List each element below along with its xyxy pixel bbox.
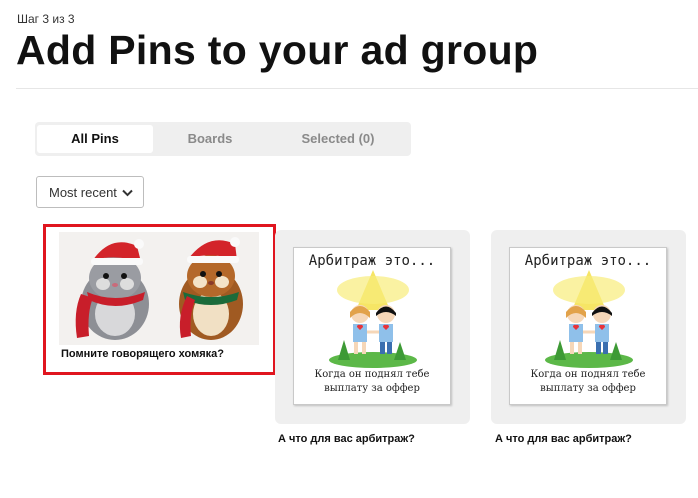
header-divider bbox=[16, 88, 698, 89]
pin-caption: Помните говорящего хомяка? bbox=[61, 348, 224, 360]
step-indicator: Шаг 3 из 3 bbox=[17, 12, 75, 26]
pin-caption: А что для вас арбитраж? bbox=[278, 433, 415, 445]
pin-source-tabs: All Pins Boards Selected (0) bbox=[35, 122, 411, 156]
love-is-illustration bbox=[329, 270, 417, 368]
sort-dropdown[interactable]: Most recent bbox=[36, 176, 144, 208]
pin-caption: А что для вас арбитраж? bbox=[495, 433, 632, 445]
pin-card-arbitrage[interactable]: Арбитраж это... Когда он поднял тебе вып… bbox=[275, 230, 470, 424]
tab-boards[interactable]: Boards bbox=[153, 125, 267, 153]
pin-image-arbitrage: Арбитраж это... Когда он поднял тебе вып… bbox=[509, 247, 667, 405]
image-caption-line2: выплату за оффер bbox=[324, 383, 420, 394]
pin-card-hamster[interactable]: Помните говорящего хомяка? bbox=[43, 224, 276, 375]
pin-image-hamsters bbox=[59, 232, 259, 345]
sort-dropdown-label: Most recent bbox=[49, 185, 117, 200]
page-title: Add Pins to your ad group bbox=[16, 27, 539, 73]
image-title-text: Арбитраж это... bbox=[524, 253, 652, 269]
image-caption-line1: Когда он поднял тебе bbox=[314, 369, 430, 380]
pin-card-arbitrage[interactable]: Арбитраж это... Когда он поднял тебе вып… bbox=[491, 230, 686, 424]
chevron-down-icon bbox=[122, 189, 133, 197]
image-caption-line2: выплату за оффер bbox=[540, 383, 636, 394]
image-caption-line1: Когда он поднял тебе bbox=[530, 369, 646, 380]
pin-image-arbitrage: Арбитраж это... Когда он поднял тебе вып… bbox=[293, 247, 451, 405]
love-is-illustration bbox=[545, 270, 633, 368]
tab-all-pins[interactable]: All Pins bbox=[37, 125, 153, 153]
tab-selected[interactable]: Selected (0) bbox=[267, 125, 409, 153]
image-title-text: Арбитраж это... bbox=[308, 253, 436, 269]
